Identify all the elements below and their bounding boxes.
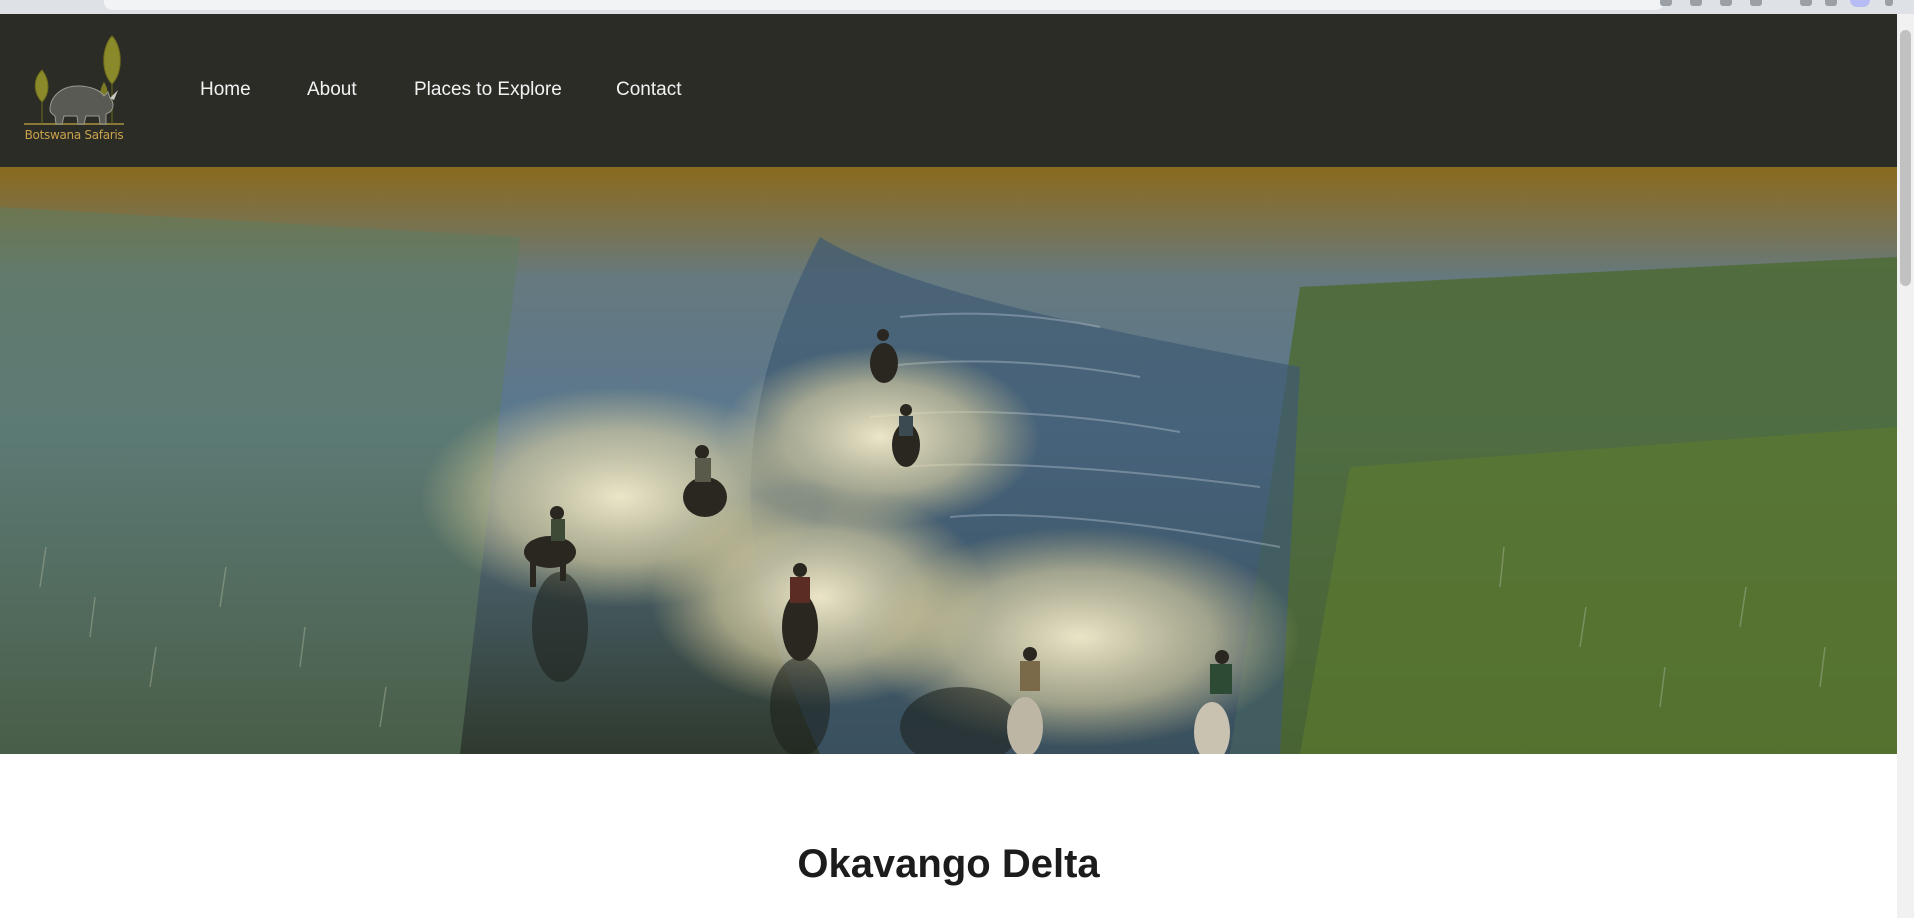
site-logo[interactable]: Botswana Safaris — [20, 32, 128, 150]
hero-image — [0, 167, 1897, 754]
extension-icon[interactable] — [1720, 0, 1732, 6]
nav-home-link[interactable]: Home — [200, 79, 251, 101]
nav-about-link[interactable]: About — [307, 79, 357, 101]
site-navbar: Botswana Safaris Home About Places to Ex… — [0, 14, 1897, 167]
page-scrollbar[interactable] — [1897, 14, 1914, 918]
page-title: Okavango Delta — [797, 842, 1100, 886]
hero-banner — [0, 167, 1897, 754]
nav-places-link[interactable]: Places to Explore — [414, 79, 562, 101]
scrollbar-thumb[interactable] — [1900, 30, 1911, 286]
logo-text: Botswana Safaris — [24, 128, 124, 142]
bookmark-star-icon[interactable] — [1660, 0, 1672, 6]
extension-icon[interactable] — [1750, 0, 1762, 6]
address-bar[interactable] — [104, 0, 1664, 10]
extension-icon[interactable] — [1800, 0, 1812, 6]
rhino-logo-icon — [24, 35, 124, 125]
browser-toolbar — [0, 0, 1914, 14]
menu-icon[interactable] — [1885, 0, 1893, 6]
puzzle-icon[interactable] — [1825, 0, 1837, 6]
nav-contact-link[interactable]: Contact — [616, 79, 681, 101]
profile-avatar[interactable] — [1850, 0, 1870, 7]
extension-icon[interactable] — [1690, 0, 1702, 6]
web-page: Botswana Safaris Home About Places to Ex… — [0, 14, 1897, 918]
